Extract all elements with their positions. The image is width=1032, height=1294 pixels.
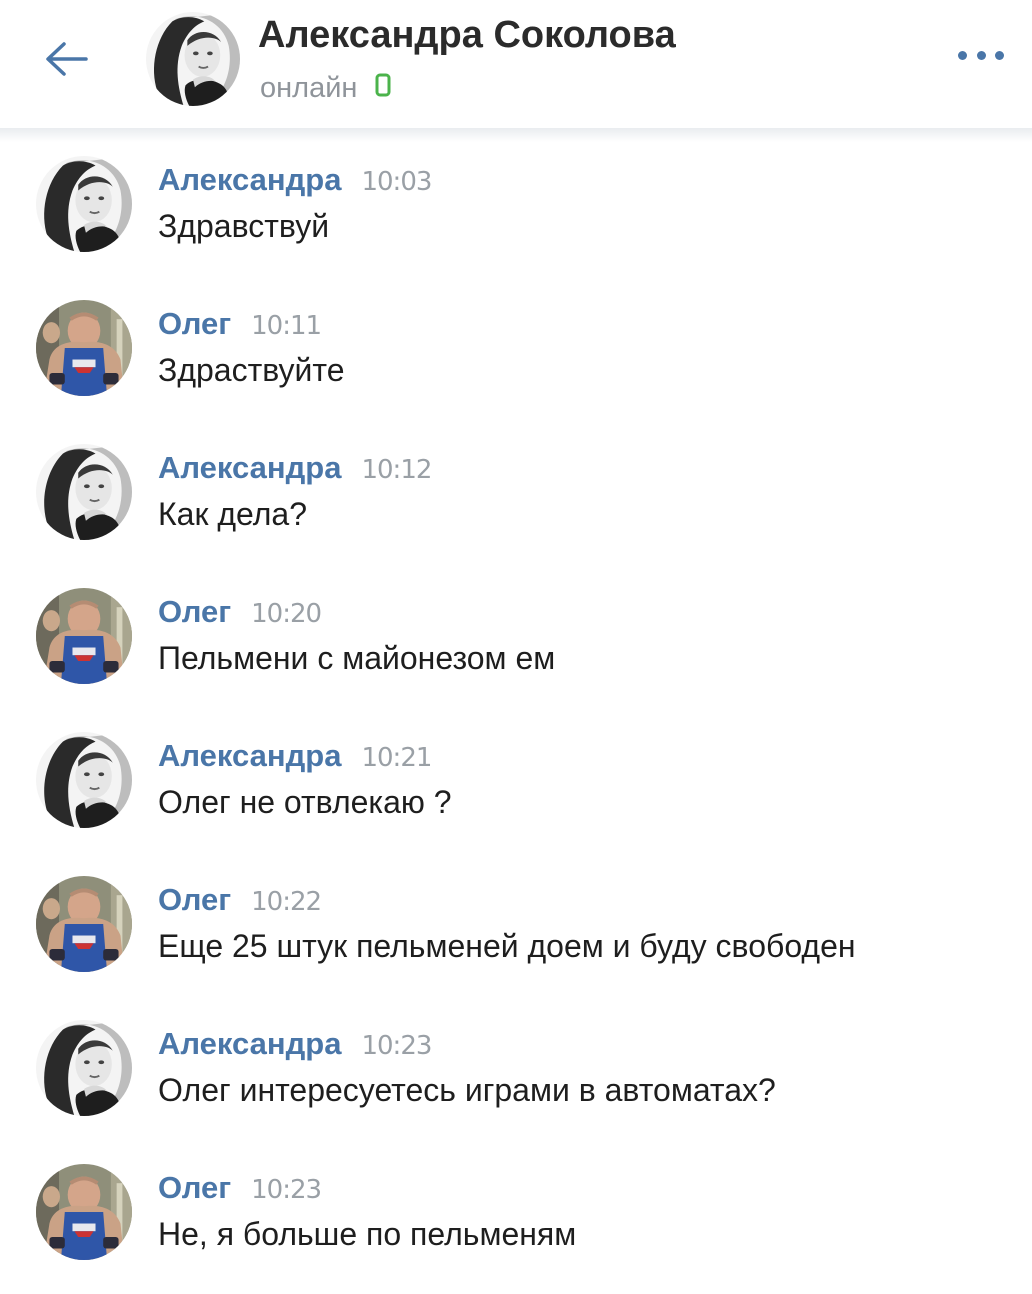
more-button[interactable] bbox=[958, 40, 1004, 70]
author-avatar[interactable] bbox=[36, 300, 132, 396]
header-divider bbox=[0, 128, 1032, 142]
author-name[interactable]: Александра bbox=[158, 162, 341, 197]
message-time: 10:20 bbox=[251, 599, 322, 629]
more-dot bbox=[958, 50, 967, 60]
message-time: 10:03 bbox=[361, 167, 432, 197]
message-text: Здраствуйте bbox=[158, 352, 345, 388]
message-header: Александра 10:23 bbox=[158, 1026, 432, 1062]
message-text: Олег интересуетесь играми в автоматах? bbox=[158, 1072, 776, 1108]
message-time: 10:12 bbox=[361, 455, 432, 485]
author-name[interactable]: Александра bbox=[158, 1026, 341, 1061]
message-item: Александра 10:21 Олег не отвлекаю ? bbox=[0, 732, 1032, 862]
message-header: Александра 10:21 bbox=[158, 738, 432, 774]
author-avatar[interactable] bbox=[36, 1020, 132, 1116]
author-avatar[interactable] bbox=[36, 444, 132, 540]
message-text: Здравствуй bbox=[158, 208, 330, 244]
author-name[interactable]: Олег bbox=[158, 1170, 231, 1205]
message-text: Как дела? bbox=[158, 496, 307, 532]
message-time: 10:23 bbox=[251, 1175, 322, 1205]
back-button[interactable] bbox=[36, 34, 96, 84]
message-item: Александра 10:03 Здравствуй bbox=[0, 156, 1032, 286]
status-text: онлайн bbox=[260, 72, 358, 104]
message-header: Олег 10:20 bbox=[158, 594, 322, 630]
contact-avatar[interactable] bbox=[146, 12, 240, 106]
author-avatar[interactable] bbox=[36, 876, 132, 972]
author-avatar[interactable] bbox=[36, 156, 132, 252]
arrow-left-icon bbox=[46, 42, 88, 76]
message-header: Олег 10:22 bbox=[158, 882, 322, 918]
message-text: Олег не отвлекаю ? bbox=[158, 784, 452, 820]
message-item: Олег 10:23 Не, я больше по пельменям bbox=[0, 1164, 1032, 1294]
message-text: Еще 25 штук пельменей доем и буду свобод… bbox=[158, 928, 856, 964]
message-item: Олег 10:22 Еще 25 штук пельменей доем и б… bbox=[0, 876, 1032, 1006]
more-dot bbox=[976, 50, 986, 60]
author-name[interactable]: Александра bbox=[158, 450, 341, 485]
message-time: 10:23 bbox=[361, 1031, 432, 1061]
message-header: Александра 10:12 bbox=[158, 450, 432, 486]
author-name[interactable]: Олег bbox=[158, 882, 231, 917]
author-avatar[interactable] bbox=[36, 732, 132, 828]
message-text: Не, я больше по пельменям bbox=[158, 1216, 577, 1252]
author-name[interactable]: Олег bbox=[158, 306, 231, 341]
message-text: Пельмени с майонезом ем bbox=[158, 640, 556, 676]
message-header: Олег 10:11 bbox=[158, 306, 322, 342]
message-item: Александра 10:23 Олег интересуетесь играм… bbox=[0, 1020, 1032, 1150]
message-time: 10:21 bbox=[361, 743, 432, 773]
message-item: Александра 10:12 Как дела? bbox=[0, 444, 1032, 574]
message-item: Олег 10:20 Пельмени с майонезом ем bbox=[0, 588, 1032, 718]
message-item: Олег 10:11 Здраствуйте bbox=[0, 300, 1032, 430]
message-header: Александра 10:03 bbox=[158, 162, 432, 198]
author-name[interactable]: Олег bbox=[158, 594, 231, 629]
author-name[interactable]: Александра bbox=[158, 738, 341, 773]
author-avatar[interactable] bbox=[36, 588, 132, 684]
mobile-online-icon bbox=[375, 72, 391, 105]
message-header: Олег 10:23 bbox=[158, 1170, 322, 1206]
more-dot bbox=[995, 50, 1004, 60]
chat-header: Александра Соколова онлайн bbox=[0, 0, 1032, 128]
message-time: 10:22 bbox=[251, 887, 322, 917]
author-avatar[interactable] bbox=[36, 1164, 132, 1260]
contact-status: онлайн bbox=[260, 72, 391, 105]
contact-name[interactable]: Александра Соколова bbox=[258, 14, 676, 57]
message-time: 10:11 bbox=[251, 311, 322, 341]
